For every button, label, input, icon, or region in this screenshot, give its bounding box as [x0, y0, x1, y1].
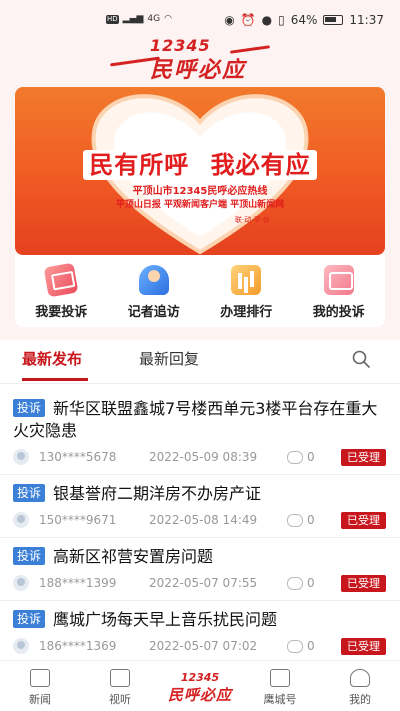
post-title-line: 投诉 银基誉府二期洋房不办房产证 [13, 483, 387, 505]
my-complaints-icon [323, 265, 354, 295]
user-avatar-icon [13, 638, 29, 654]
quick-actions: 我要投诉 记者追访 办理排行 我的投诉 [15, 255, 385, 327]
banner-title: 民有所呼 我必有应 [15, 145, 385, 180]
post-date: 2022-05-08 14:49 [149, 513, 258, 527]
feed-tabs: 最新发布 最新回复 [0, 340, 400, 381]
ranking-chart-icon [231, 265, 262, 295]
complaint-badge: 投诉 [13, 484, 46, 502]
post-title-line: 投诉 高新区祁营安置房问题 [13, 546, 387, 568]
comment-icon [287, 639, 303, 653]
nav-mine[interactable]: 我的 [320, 661, 400, 711]
post-title: 高新区祁营安置房问题 [53, 547, 214, 566]
complaint-badge: 投诉 [13, 547, 46, 565]
tab-latest-replies[interactable]: 最新回复 [139, 348, 199, 369]
quick-action-label: 我的投诉 [312, 305, 365, 320]
status-badge: 已受理 [341, 448, 386, 466]
tv-icon [110, 669, 130, 687]
app-header: 12345 民呼必应 [0, 36, 400, 83]
post-meta: 130****5678 2022-05-09 08:39 0 已受理 [13, 448, 387, 466]
comment-icon [287, 450, 303, 464]
nav-hotline[interactable]: 12345 民呼必应 [160, 661, 240, 711]
complaint-badge: 投诉 [13, 610, 46, 628]
reporter-icon [138, 265, 169, 295]
nav-brand-text: 民呼必应 [167, 686, 232, 704]
post-list: 投诉 新华区联盟鑫城7号楼西单元3楼平台存在重大火灾隐患 130****5678 … [0, 390, 400, 664]
status-badge: 已受理 [341, 511, 386, 529]
quick-action-complaint[interactable]: 我要投诉 [15, 255, 108, 327]
search-icon[interactable] [352, 350, 370, 368]
eye-icon: ◉ [224, 13, 235, 27]
nav-video[interactable]: 视听 [80, 661, 160, 711]
post-phone: 130****5678 [39, 450, 117, 464]
list-item[interactable]: 投诉 高新区祁营安置房问题 188****1399 2022-05-07 07:5… [0, 538, 400, 601]
post-title-line: 投诉 鹰城广场每天早上音乐扰民问题 [13, 609, 387, 631]
status-right: ◉ ⏰ ● ▯ 64% 11:37 [224, 13, 384, 27]
bottom-nav: 新闻 视听 12345 民呼必应 鹰城号 我的 [0, 660, 400, 711]
hd-icon: HD [106, 14, 119, 24]
post-title-line: 投诉 新华区联盟鑫城7号楼西单元3楼平台存在重大火灾隐患 [13, 398, 387, 442]
wifi-icon: ◠ [164, 14, 172, 24]
quick-action-label: 我要投诉 [35, 305, 88, 320]
location-icon: ● [261, 13, 273, 27]
tab-latest-posts[interactable]: 最新发布 [22, 348, 89, 381]
hero-banner[interactable]: 民有所呼 我必有应 平顶山市12345民呼必应热线 平顶山日报 平观新闻客户端 … [15, 87, 385, 255]
status-badge: 已受理 [341, 637, 386, 655]
post-phone: 188****1399 [39, 576, 117, 590]
banner-partners: 平顶山日报 平观新闻客户端 平顶山新闻网 [115, 200, 285, 210]
post-date: 2022-05-09 08:39 [149, 450, 258, 464]
list-item[interactable]: 投诉 新华区联盟鑫城7号楼西单元3楼平台存在重大火灾隐患 130****5678 … [0, 390, 400, 475]
post-meta: 150****9671 2022-05-08 14:49 0 已受理 [13, 511, 387, 529]
nav-label: 我的 [349, 693, 371, 706]
clock: 11:37 [349, 13, 384, 27]
banner-title-right: 我必有应 [204, 150, 317, 180]
newspaper-icon [30, 669, 50, 687]
user-avatar-icon [13, 449, 29, 465]
complaint-mail-icon [43, 262, 79, 298]
battery-icon [323, 15, 344, 25]
list-item[interactable]: 投诉 鹰城广场每天早上音乐扰民问题 186****1369 2022-05-07 … [0, 601, 400, 664]
post-title: 银基誉府二期洋房不办房产证 [53, 484, 262, 503]
nav-news[interactable]: 新闻 [0, 661, 80, 711]
nav-yingcheng[interactable]: 鹰城号 [240, 661, 320, 711]
post-meta: 186****1369 2022-05-07 07:02 0 已受理 [13, 637, 387, 655]
vibrate-icon: ▯ [278, 13, 285, 27]
quick-action-label: 办理排行 [220, 305, 273, 320]
quick-action-ranking[interactable]: 办理排行 [200, 255, 293, 327]
divider [0, 383, 400, 384]
post-date: 2022-05-07 07:55 [149, 576, 258, 590]
status-badge: 已受理 [341, 574, 386, 592]
banner-subtitle: 平顶山市12345民呼必应热线 [132, 186, 268, 197]
battery-percent: 64% [290, 13, 318, 27]
post-title: 鹰城广场每天早上音乐扰民问题 [53, 610, 278, 629]
nav-brand-number: 12345 [180, 671, 220, 684]
nav-label: 视听 [109, 693, 131, 706]
signal-icon: ▂▄▆ [122, 14, 144, 24]
eagle-icon [270, 669, 290, 687]
quick-action-my-complaints[interactable]: 我的投诉 [293, 255, 386, 327]
banner-tagline: 联·动·平·台 [235, 216, 270, 224]
list-item[interactable]: 投诉 银基誉府二期洋房不办房产证 150****9671 2022-05-08 1… [0, 475, 400, 538]
banner-title-left: 民有所呼 [83, 150, 196, 180]
post-title: 新华区联盟鑫城7号楼西单元3楼平台存在重大火灾隐患 [13, 399, 378, 440]
post-meta: 188****1399 2022-05-07 07:55 0 已受理 [13, 574, 387, 592]
quick-action-label: 记者追访 [127, 305, 180, 320]
nav-label: 新闻 [29, 693, 51, 706]
nav-label: 鹰城号 [263, 693, 297, 706]
user-avatar-icon [13, 512, 29, 528]
network-type: 4G [147, 14, 161, 24]
brand-swoosh [229, 45, 271, 54]
post-phone: 150****9671 [39, 513, 117, 527]
nav-brand-logo: 12345 民呼必应 [168, 669, 232, 705]
status-bar: HD ▂▄▆ 4G ◠ ◉ ⏰ ● ▯ 64% 11:37 [0, 0, 400, 40]
quick-action-reporter[interactable]: 记者追访 [108, 255, 201, 327]
user-avatar-icon [13, 575, 29, 591]
comment-icon [287, 513, 303, 527]
complaint-badge: 投诉 [13, 399, 46, 417]
comment-icon [287, 576, 303, 590]
post-date: 2022-05-07 07:02 [149, 639, 258, 653]
user-icon [350, 669, 370, 687]
status-left: HD ▂▄▆ 4G ◠ [106, 14, 172, 24]
post-phone: 186****1369 [39, 639, 117, 653]
alarm-icon: ⏰ [240, 13, 256, 27]
